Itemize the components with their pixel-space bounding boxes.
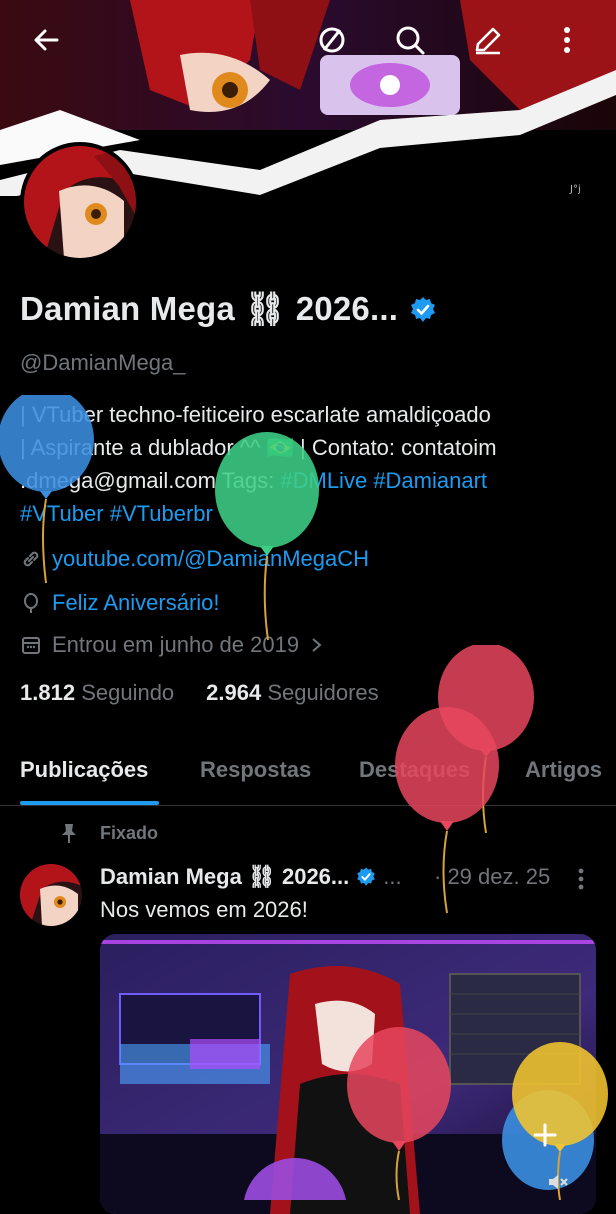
balloon-purple	[243, 1158, 347, 1200]
edit-icon	[475, 27, 501, 55]
mute-button[interactable]	[546, 1170, 570, 1199]
avatar-image	[24, 146, 136, 258]
back-button[interactable]	[24, 18, 68, 62]
birthday-row: Feliz Aniversário!	[20, 590, 220, 616]
post-avatar-image	[20, 864, 82, 926]
hashtag-vtuberbr[interactable]: #VTuberbr	[110, 501, 213, 526]
profile-name: Damian Mega ⛓ 2026...	[20, 290, 438, 329]
profile-name-text: Damian Mega ⛓ 2026...	[20, 290, 399, 327]
block-icon	[319, 27, 345, 53]
following-stat[interactable]: 1.812 Seguindo	[20, 680, 174, 706]
balloon-blue-left	[0, 395, 94, 584]
tab-artigos[interactable]: Artigos	[525, 757, 602, 783]
profile-avatar[interactable]	[20, 142, 140, 262]
profile-handle: @DamianMega_	[20, 350, 186, 375]
post-more-icon	[578, 868, 584, 890]
followers-label: Seguidores	[267, 680, 379, 705]
search-icon	[396, 26, 425, 55]
post-more-button[interactable]	[576, 866, 586, 897]
post-text: Nos vemos em 2026!	[100, 897, 308, 922]
calendar-icon	[22, 637, 40, 654]
arrow-left-icon	[34, 29, 59, 51]
bio-line-2b: | Contato: contatoim	[293, 435, 497, 460]
pinned-label-row: Fixado	[60, 822, 158, 844]
verified-badge-icon[interactable]	[408, 295, 438, 325]
edit-button[interactable]	[466, 18, 510, 62]
following-count: 1.812	[20, 680, 76, 705]
followers-stat[interactable]: 2.964 Seguidores	[206, 680, 379, 706]
more-button[interactable]	[545, 18, 589, 62]
tab-respostas[interactable]: Respostas	[200, 757, 311, 783]
pinned-label: Fixado	[100, 822, 159, 843]
plus-icon	[533, 1123, 557, 1147]
post-author-row: Damian Mega ⛓ 2026... ...	[100, 864, 402, 890]
post-avatar[interactable]	[20, 864, 82, 926]
hashtag-damianart[interactable]: #Damianart	[373, 468, 487, 493]
block-button[interactable]	[310, 18, 354, 62]
compose-post-button[interactable]	[520, 1110, 570, 1160]
tab-publicacoes[interactable]: Publicações	[20, 757, 148, 783]
post-author-name[interactable]: Damian Mega ⛓ 2026...	[100, 864, 349, 890]
follow-stats: 1.812 Seguindo 2.964 Seguidores	[20, 680, 379, 706]
birthday-text[interactable]: Feliz Aniversário!	[52, 590, 220, 616]
balloon-red-3	[347, 1027, 451, 1200]
balloon-red-2	[395, 707, 499, 914]
volume-mute-icon	[549, 1175, 568, 1189]
balloon-icon	[24, 593, 38, 613]
balloon-green	[215, 432, 319, 641]
post-verified-icon	[357, 867, 376, 886]
search-button[interactable]	[388, 18, 432, 62]
svg-text:J°j: J°j	[569, 184, 581, 195]
following-label: Seguindo	[81, 680, 175, 705]
pin-icon	[62, 824, 76, 843]
followers-count: 2.964	[206, 680, 262, 705]
more-vertical-icon	[564, 27, 570, 53]
active-tab-indicator	[20, 801, 159, 805]
